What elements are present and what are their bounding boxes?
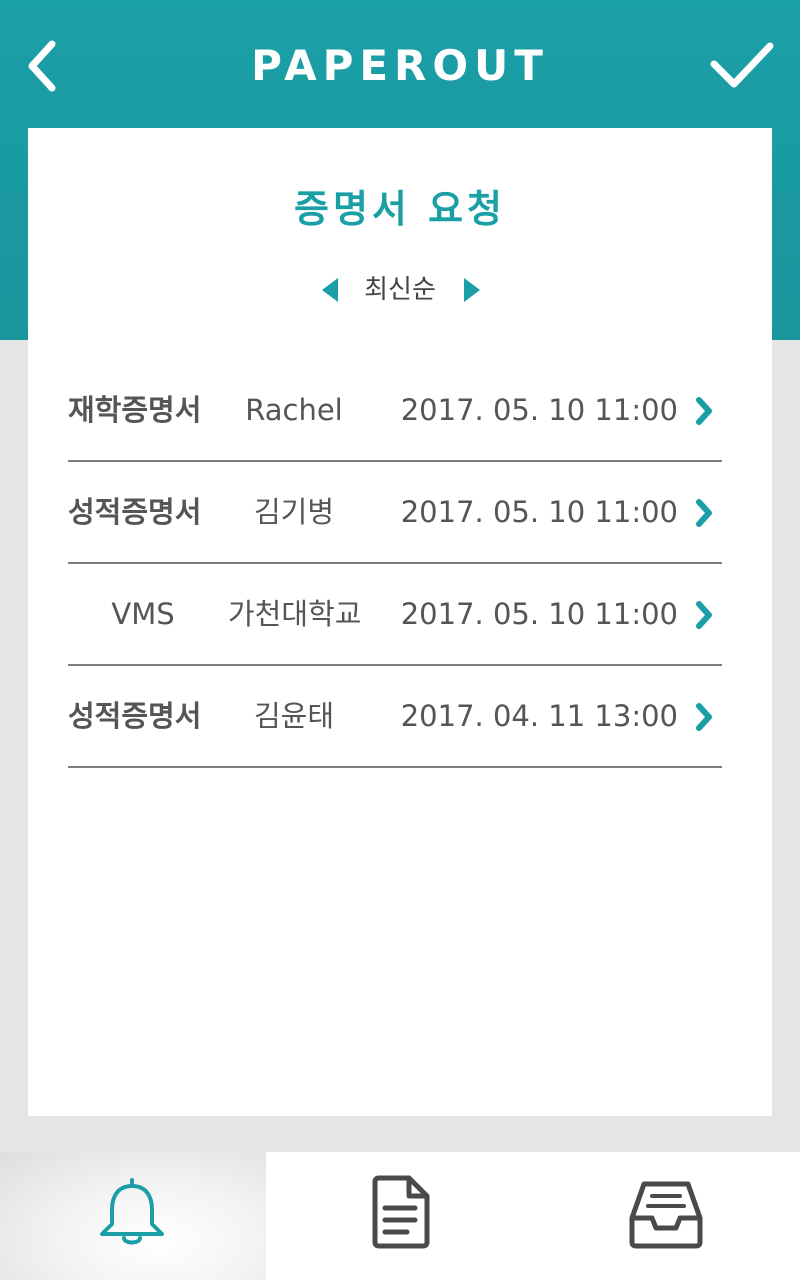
request-name: Rachel	[245, 393, 343, 427]
chevron-right-icon	[696, 703, 712, 731]
card-title: 증명서 요청	[293, 187, 507, 231]
request-datetime: 2017. 04. 11 13:00	[400, 699, 678, 733]
request-row[interactable]: 성적증명서 김기병 2017. 05. 10 11:00	[68, 462, 722, 564]
request-type: VMS	[111, 597, 175, 631]
request-name: 김기병	[253, 495, 335, 529]
checkmark-icon	[710, 42, 774, 88]
bell-icon	[100, 1178, 164, 1245]
inbox-tray-icon	[629, 1181, 703, 1249]
request-row[interactable]: 재학증명서 Rachel 2017. 05. 10 11:00	[68, 360, 722, 462]
sort-label: 최신순	[364, 275, 436, 305]
nav-inbox[interactable]	[534, 1152, 800, 1280]
request-type: 성적증명서	[68, 699, 202, 733]
request-datetime: 2017. 05. 10 11:00	[400, 495, 678, 529]
triangle-left-icon[interactable]	[318, 276, 342, 304]
app-title: PAPEROUT	[251, 41, 549, 90]
request-type: 성적증명서	[68, 495, 202, 529]
confirm-button[interactable]	[704, 36, 780, 96]
request-datetime: 2017. 05. 10 11:00	[400, 393, 678, 427]
bottom-navigation	[0, 1152, 800, 1280]
request-row[interactable]: VMS 가천대학교 2017. 05. 10 11:00	[68, 564, 722, 666]
request-datetime: 2017. 05. 10 11:00	[400, 597, 678, 631]
request-name: 김윤태	[253, 699, 335, 733]
triangle-right-icon[interactable]	[460, 276, 484, 304]
nav-documents[interactable]	[267, 1152, 533, 1280]
chevron-right-icon	[696, 397, 712, 425]
document-icon	[372, 1175, 430, 1249]
chevron-right-icon	[696, 601, 712, 629]
request-card: 증명서 요청 최신순 재학증명서 Rachel 2017. 05. 10 11:…	[28, 128, 772, 1116]
request-row[interactable]: 성적증명서 김윤태 2017. 04. 11 13:00	[68, 666, 722, 768]
request-list: 재학증명서 Rachel 2017. 05. 10 11:00 성적증명서 김기…	[68, 360, 722, 768]
request-type: 재학증명서	[68, 393, 202, 427]
sort-selector: 최신순	[28, 268, 772, 312]
chevron-right-icon	[696, 499, 712, 527]
request-name: 가천대학교	[228, 597, 362, 631]
nav-notifications[interactable]	[0, 1152, 266, 1280]
